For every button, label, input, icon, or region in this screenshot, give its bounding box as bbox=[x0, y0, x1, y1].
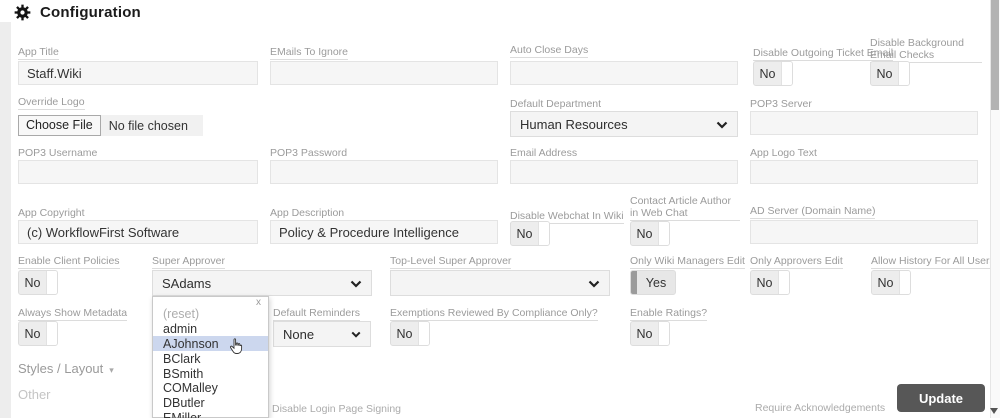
override-logo-label: Override Logo bbox=[18, 96, 85, 110]
enable-ratings-toggle[interactable]: No bbox=[630, 321, 670, 346]
allow-history-for-all-users-label: Allow History For All Users? bbox=[871, 255, 1000, 269]
chevron-down-icon bbox=[350, 280, 362, 288]
disable-outgoing-ticket-email-toggle[interactable]: No bbox=[753, 61, 793, 86]
default-department-label: Default Department bbox=[510, 98, 602, 112]
dropdown-item-reset[interactable]: (reset) bbox=[153, 306, 268, 321]
enable-client-policies-toggle[interactable]: No bbox=[18, 270, 58, 295]
dropdown-item-emiller[interactable]: EMiller bbox=[153, 410, 268, 418]
dropdown-item-comalley[interactable]: COMalley bbox=[153, 380, 268, 395]
app-title-input[interactable]: Staff.Wiki bbox=[18, 61, 258, 85]
toggle-thumb bbox=[538, 222, 549, 245]
left-gutter bbox=[0, 22, 11, 418]
update-button[interactable]: Update bbox=[897, 384, 985, 412]
pop3-username-input[interactable] bbox=[18, 160, 258, 184]
disable-background-email-checks-label: Disable Background Email Checks bbox=[870, 37, 982, 63]
ad-server-input[interactable] bbox=[750, 220, 978, 244]
allow-history-for-all-users-toggle[interactable]: No bbox=[871, 270, 911, 295]
auto-close-days-label: Auto Close Days bbox=[510, 44, 589, 58]
top-level-super-approver-label: Top-Level Super Approver bbox=[390, 255, 512, 269]
styles-layout-section-toggle[interactable]: Styles / Layout ▾ bbox=[18, 361, 114, 376]
scrollbar-thumb[interactable] bbox=[991, 0, 999, 110]
pop3-server-label: POP3 Server bbox=[750, 98, 812, 112]
contact-article-author-label: Contact Article Author in Web Chat bbox=[630, 195, 740, 221]
exemptions-reviewed-label: Exemptions Reviewed By Compliance Only? bbox=[390, 307, 598, 321]
file-chosen-status: No file chosen bbox=[108, 118, 188, 133]
emails-to-ignore-label: EMails To Ignore bbox=[270, 46, 349, 60]
pop3-password-input[interactable] bbox=[270, 160, 498, 184]
triangle-down-icon: ▾ bbox=[109, 365, 114, 375]
dropdown-item-admin[interactable]: admin bbox=[153, 321, 268, 336]
toggle-thumb bbox=[658, 222, 669, 245]
emails-to-ignore-input[interactable] bbox=[270, 61, 498, 85]
app-description-label: App Description bbox=[270, 207, 345, 221]
toggle-thumb bbox=[46, 322, 57, 345]
default-department-select[interactable]: Human Resources bbox=[510, 111, 738, 137]
chevron-down-icon bbox=[716, 121, 728, 129]
pop3-server-input[interactable] bbox=[750, 111, 978, 135]
disable-webchat-in-wiki-toggle[interactable]: No bbox=[510, 221, 550, 246]
app-description-input[interactable]: Policy & Procedure Intelligence bbox=[270, 220, 498, 244]
enable-client-policies-label: Enable Client Policies bbox=[18, 255, 120, 269]
app-title-label: App Title bbox=[18, 46, 59, 60]
app-copyright-input[interactable]: (c) WorkflowFirst Software bbox=[18, 220, 258, 244]
toggle-thumb bbox=[778, 271, 789, 294]
exemptions-reviewed-toggle[interactable]: No bbox=[390, 321, 430, 346]
other-section-toggle[interactable]: Other bbox=[18, 387, 51, 402]
toggle-thumb bbox=[46, 271, 57, 294]
only-approvers-edit-label: Only Approvers Edit bbox=[750, 255, 843, 269]
ad-server-label: AD Server (Domain Name) bbox=[750, 205, 876, 219]
toggle-thumb bbox=[899, 271, 910, 294]
default-reminders-label: Default Reminders bbox=[273, 307, 360, 321]
vertical-scrollbar[interactable] bbox=[990, 0, 1000, 418]
scrollbar-down-arrow-icon[interactable] bbox=[990, 408, 998, 414]
page-title: Configuration bbox=[40, 4, 141, 21]
email-address-label: Email Address bbox=[510, 147, 578, 161]
configuration-page: Configuration App Title Staff.Wiki EMail… bbox=[0, 0, 1000, 418]
always-show-metadata-label: Always Show Metadata bbox=[18, 307, 128, 321]
override-logo-file-input[interactable]: Choose File No file chosen bbox=[18, 115, 203, 136]
toggle-thumb bbox=[898, 62, 909, 85]
contact-article-author-toggle[interactable]: No bbox=[630, 221, 670, 246]
only-approvers-edit-toggle[interactable]: No bbox=[750, 270, 790, 295]
app-logo-text-label: App Logo Text bbox=[750, 147, 817, 161]
enable-ratings-label: Enable Ratings? bbox=[630, 307, 708, 321]
super-approver-select[interactable]: SAdams bbox=[152, 270, 372, 296]
page-header: Configuration bbox=[14, 4, 141, 21]
only-wiki-managers-edit-label: Only Wiki Managers Edit bbox=[630, 255, 745, 269]
super-approver-dropdown: x (reset) admin AJohnson BClark BSmith C… bbox=[152, 296, 269, 418]
dropdown-item-ajohnson[interactable]: AJohnson bbox=[153, 335, 268, 354]
pop3-username-label: POP3 Username bbox=[18, 147, 98, 161]
choose-file-button[interactable]: Choose File bbox=[18, 115, 101, 136]
default-reminders-select[interactable]: None bbox=[273, 321, 371, 347]
top-level-super-approver-select[interactable] bbox=[390, 270, 610, 296]
super-approver-label: Super Approver bbox=[152, 255, 225, 269]
toggle-thumb bbox=[418, 322, 429, 345]
dropdown-item-bclark[interactable]: BClark bbox=[153, 351, 268, 366]
require-acknowledgements-label: Require Acknowledgements bbox=[755, 402, 886, 414]
chevron-down-icon bbox=[351, 331, 361, 338]
toggle-thumb bbox=[781, 62, 792, 85]
chevron-down-icon bbox=[588, 280, 600, 288]
app-logo-text-input[interactable] bbox=[750, 160, 978, 184]
toggle-thumb bbox=[658, 322, 669, 345]
always-show-metadata-toggle[interactable]: No bbox=[18, 321, 58, 346]
disable-login-page-signing-label: Disable Login Page Signing bbox=[272, 403, 402, 415]
disable-background-email-checks-toggle[interactable]: No bbox=[870, 61, 910, 86]
app-copyright-label: App Copyright bbox=[18, 207, 85, 221]
only-wiki-managers-edit-toggle[interactable]: Yes bbox=[630, 270, 676, 295]
dropdown-item-dbutler[interactable]: DButler bbox=[153, 395, 268, 410]
auto-close-days-input[interactable] bbox=[510, 61, 738, 85]
gear-icon bbox=[14, 4, 31, 21]
dropdown-list: (reset) admin AJohnson BClark BSmith COM… bbox=[153, 306, 268, 418]
pop3-password-label: POP3 Password bbox=[270, 147, 348, 161]
email-address-input[interactable] bbox=[510, 160, 738, 184]
dropdown-item-bsmith[interactable]: BSmith bbox=[153, 366, 268, 381]
